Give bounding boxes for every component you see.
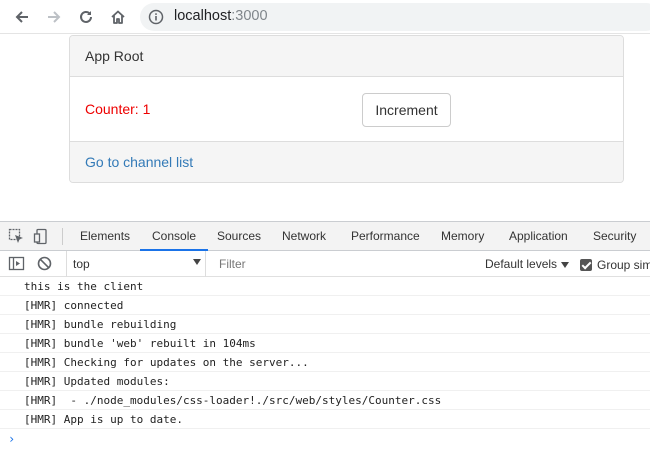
tab-sources[interactable]: Sources	[217, 222, 261, 251]
increment-button[interactable]: Increment	[362, 93, 451, 127]
back-arrow-icon[interactable]	[9, 4, 35, 30]
tab-security[interactable]: Security	[593, 222, 636, 251]
checkbox-checked-icon[interactable]	[580, 258, 592, 271]
address-bar[interactable]: localhost:3000	[140, 3, 650, 31]
console-line: this is the client	[0, 277, 650, 296]
console-filterbar: top Default levels Group sim	[0, 251, 650, 277]
filter-input[interactable]	[215, 254, 477, 274]
clear-console-icon[interactable]	[36, 255, 53, 272]
prompt-chevron-icon: ›	[8, 432, 16, 446]
group-similar-toggle[interactable]: Group sim	[580, 256, 650, 274]
url-text: localhost:3000	[174, 8, 268, 24]
devtools-panel: Elements Console Sources Network Perform…	[0, 221, 650, 456]
device-toolbar-icon[interactable]	[33, 228, 50, 245]
browser-toolbar: localhost:3000	[0, 0, 650, 34]
tab-memory[interactable]: Memory	[441, 222, 484, 251]
context-selector[interactable]: top	[66, 251, 206, 277]
panel-heading: App Root	[70, 36, 623, 77]
tab-application[interactable]: Application	[509, 222, 568, 251]
app-root-panel: App Root Counter: 1 Increment Go to chan…	[69, 35, 624, 183]
console-line: [HMR] Checking for updates on the server…	[0, 353, 650, 372]
tab-network[interactable]: Network	[282, 222, 326, 251]
panel-footer: Go to channel list	[70, 141, 623, 182]
home-icon[interactable]	[105, 4, 131, 30]
channel-list-link[interactable]: Go to channel list	[85, 154, 193, 170]
console-line: [HMR] connected	[0, 296, 650, 315]
tab-console[interactable]: Console	[140, 222, 209, 251]
levels-label: Default levels	[485, 257, 558, 271]
default-levels-dropdown[interactable]: Default levels	[485, 257, 570, 271]
chevron-down-icon	[561, 261, 570, 268]
url-port: :3000	[231, 8, 268, 24]
console-line: [HMR] bundle rebuilding	[0, 315, 650, 334]
console-output: this is the client [HMR] connected [HMR]…	[0, 277, 650, 449]
console-line: [HMR] App is up to date.	[0, 410, 650, 429]
toggle-sidebar-icon[interactable]	[8, 255, 25, 272]
tab-performance[interactable]: Performance	[351, 222, 420, 251]
tab-elements[interactable]: Elements	[80, 222, 130, 251]
counter-text: Counter: 1	[85, 101, 151, 117]
console-line: [HMR] Updated modules:	[0, 372, 650, 391]
chevron-down-icon	[193, 259, 201, 265]
group-similar-label: Group sim	[597, 257, 650, 272]
console-line: [HMR] - ./node_modules/css-loader!./src/…	[0, 391, 650, 410]
console-prompt[interactable]: ›	[0, 429, 650, 449]
inspect-element-icon[interactable]	[8, 228, 25, 245]
context-label: top	[73, 257, 90, 271]
reload-icon[interactable]	[73, 4, 99, 30]
info-icon[interactable]	[148, 9, 164, 30]
panel-body: Counter: 1 Increment	[70, 77, 623, 141]
url-host: localhost	[174, 8, 232, 24]
forward-arrow-icon[interactable]	[41, 4, 67, 30]
toolbar-divider	[62, 228, 63, 245]
console-line: [HMR] bundle 'web' rebuilt in 104ms	[0, 334, 650, 353]
devtools-tabbar: Elements Console Sources Network Perform…	[0, 222, 650, 251]
